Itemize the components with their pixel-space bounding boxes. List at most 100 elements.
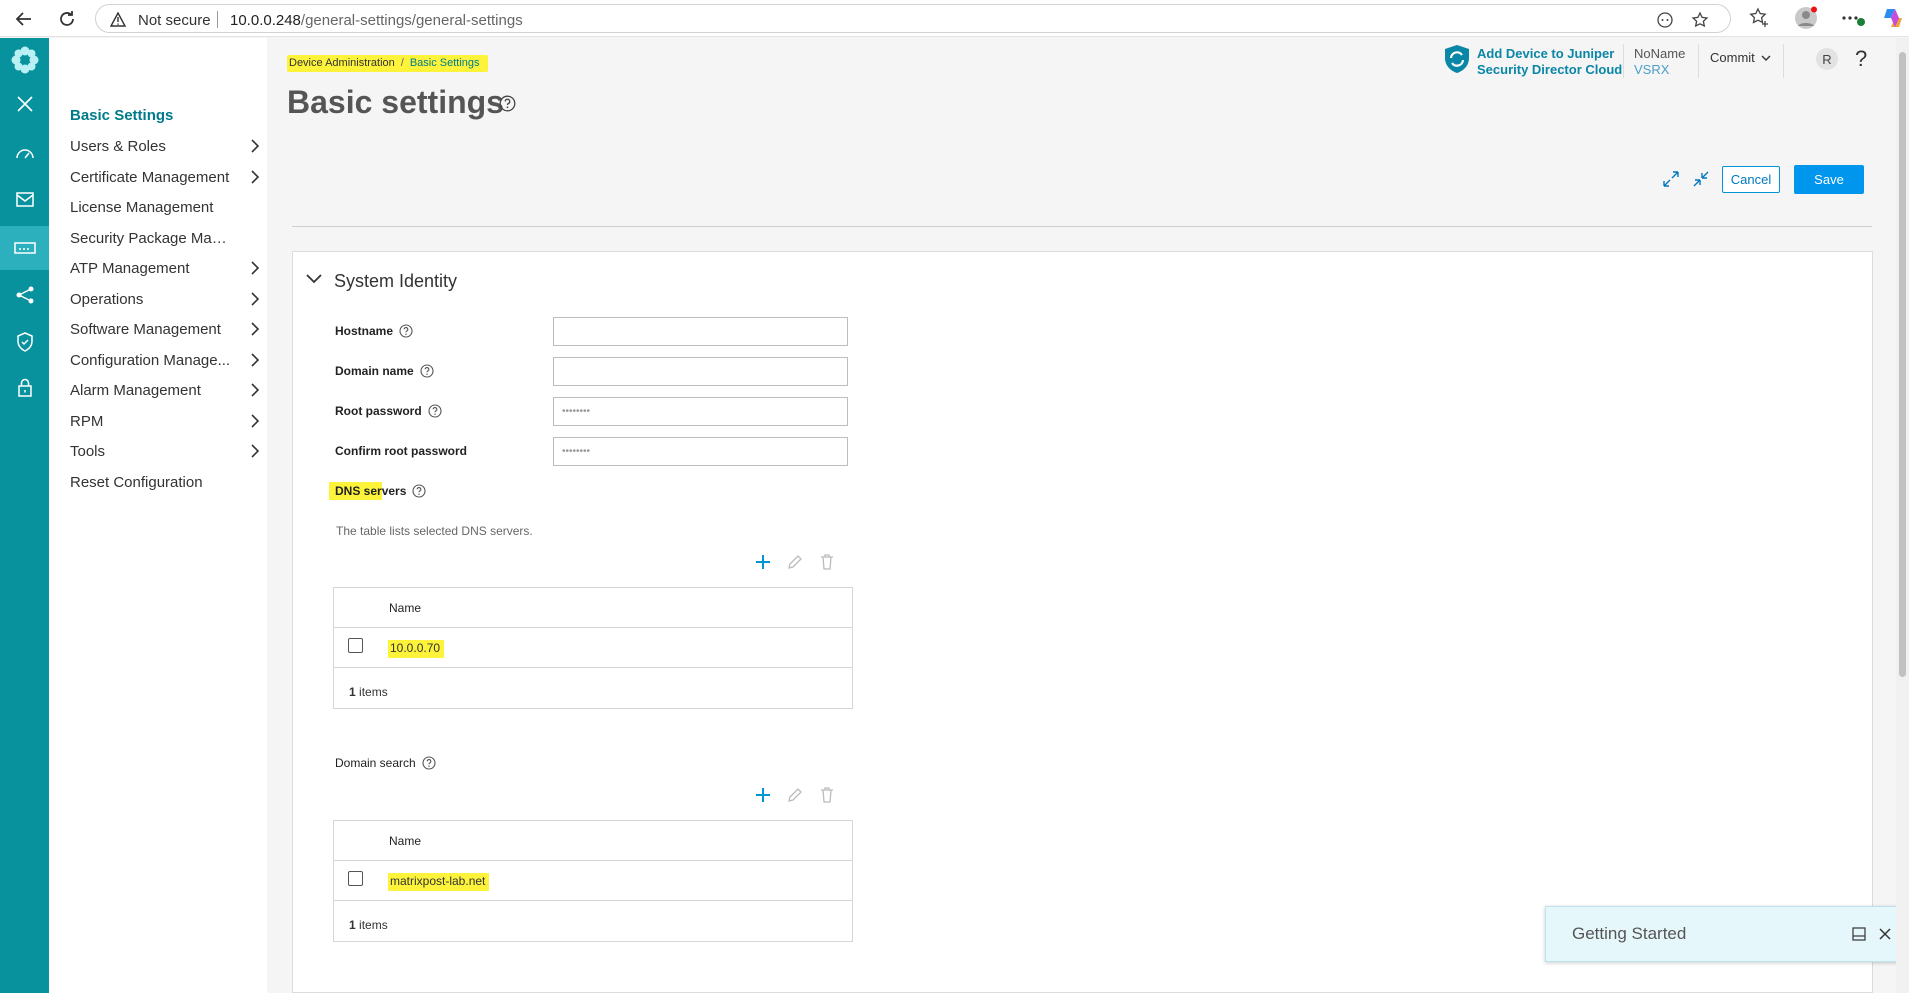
help-circle-icon[interactable]: [412, 484, 426, 498]
save-button[interactable]: Save: [1794, 165, 1864, 194]
domain-search-table-actions: [754, 786, 836, 804]
hostname-label: Hostname: [335, 324, 413, 338]
app-rail: [0, 38, 49, 993]
header-divider: [1783, 44, 1784, 78]
dns-servers-label-text: DNS servers: [329, 482, 406, 500]
back-icon[interactable]: [12, 7, 36, 31]
system-identity-panel: System Identity Hostname Domain name Roo…: [292, 251, 1873, 993]
chevron-down-icon[interactable]: [306, 274, 322, 284]
confirm-password-input[interactable]: ••••••••: [553, 437, 848, 466]
close-icon[interactable]: [1878, 927, 1892, 941]
breadcrumb: Device Administration / Basic Settings: [287, 55, 488, 72]
section-title[interactable]: System Identity: [334, 271, 457, 292]
address-separator: [217, 11, 218, 28]
dns-label-highlighted: DNS ser: [329, 482, 382, 500]
nav-item-basic-settings[interactable]: Basic Settings: [70, 102, 260, 128]
domain-search-value: matrixpost-lab.net: [388, 873, 490, 891]
more-menu-icon[interactable]: [1840, 6, 1866, 30]
row-checkbox[interactable]: [348, 871, 363, 886]
commit-dropdown[interactable]: Commit: [1710, 50, 1771, 65]
address-bar[interactable]: Not secure 10.0.0.248/general-settings/g…: [95, 4, 1731, 33]
domain-name-input[interactable]: [553, 357, 848, 386]
device-info: NoName VSRX: [1634, 46, 1685, 78]
rail-network[interactable]: [0, 273, 49, 317]
root-password-input[interactable]: ••••••••: [553, 397, 848, 426]
rail-close[interactable]: [0, 82, 49, 126]
scrollbar-thumb[interactable]: [1899, 52, 1906, 677]
minimize-icon[interactable]: [1852, 927, 1866, 941]
delete-icon[interactable]: [818, 553, 836, 571]
avatar[interactable]: R: [1816, 48, 1838, 70]
table-row[interactable]: matrixpost-lab.net: [334, 862, 852, 901]
nav-item-atp-management[interactable]: ATP Management: [70, 255, 260, 281]
nav-item-alarm-management[interactable]: Alarm Management: [70, 377, 260, 403]
dns-table-actions: [754, 553, 836, 571]
domain-name-label: Domain name: [335, 364, 434, 378]
help-circle-icon[interactable]: [422, 756, 436, 770]
getting-started-panel[interactable]: Getting Started: [1545, 906, 1909, 962]
table-header: Name: [334, 821, 852, 861]
nav-item-label: Configuration Manage...: [70, 351, 231, 369]
add-device-line2: Security Director Cloud: [1477, 62, 1623, 77]
device-model: VSRX: [1634, 62, 1670, 77]
chevron-down-icon: [1761, 55, 1771, 62]
edit-icon[interactable]: [786, 786, 804, 804]
nav-item-configuration-management[interactable]: Configuration Manage...: [70, 347, 260, 373]
chevron-right-icon: [250, 139, 260, 153]
collapse-icon[interactable]: [1692, 170, 1710, 188]
nav-item-users-roles[interactable]: Users & Roles: [70, 133, 260, 159]
rail-device-admin[interactable]: [0, 226, 49, 270]
profile-icon[interactable]: [1794, 6, 1818, 30]
juniper-shield-icon[interactable]: [1443, 44, 1471, 74]
dns-description: The table lists selected DNS servers.: [336, 524, 533, 538]
lock-icon: [17, 378, 33, 398]
rail-lock[interactable]: [0, 366, 49, 410]
help-circle-icon[interactable]: [420, 364, 434, 378]
nav-item-tools[interactable]: Tools: [70, 438, 260, 464]
add-icon[interactable]: [754, 553, 772, 571]
add-icon[interactable]: [754, 786, 772, 804]
nav-item-software-management[interactable]: Software Management: [70, 316, 260, 342]
nav-item-certificate-management[interactable]: Certificate Management: [70, 164, 260, 190]
expand-icon[interactable]: [1662, 170, 1680, 188]
copilot-icon[interactable]: [1881, 6, 1905, 30]
nav-item-reset-configuration[interactable]: Reset Configuration: [70, 469, 260, 495]
help-circle-icon[interactable]: [428, 404, 442, 418]
row-checkbox[interactable]: [348, 638, 363, 653]
rail-dashboard[interactable]: [0, 131, 49, 175]
table-footer: 1 items: [349, 685, 388, 699]
nav-item-license-management[interactable]: License Management: [70, 194, 260, 220]
breadcrumb-separator: /: [400, 57, 404, 69]
nav-item-security-package[interactable]: Security Package Man...: [70, 225, 260, 251]
favorites-icon[interactable]: [1748, 6, 1770, 28]
column-header-name[interactable]: Name: [389, 834, 421, 848]
add-device-link[interactable]: Add Device to Juniper Security Director …: [1477, 46, 1622, 78]
favorite-star-icon[interactable]: [1691, 11, 1709, 29]
page-scrollbar[interactable]: [1896, 38, 1909, 993]
nav-item-operations[interactable]: Operations: [70, 286, 260, 312]
column-header-name[interactable]: Name: [389, 601, 421, 615]
reload-icon[interactable]: [55, 7, 79, 31]
table-row[interactable]: 10.0.0.70: [334, 629, 852, 668]
hostname-input[interactable]: [553, 317, 848, 346]
breadcrumb-current: Basic Settings: [409, 57, 480, 69]
domain-search-label-text: Domain search: [335, 756, 416, 770]
nav-item-rpm[interactable]: RPM: [70, 408, 260, 434]
reading-mode-icon[interactable]: [1656, 11, 1674, 29]
rail-security[interactable]: [0, 320, 49, 364]
delete-icon[interactable]: [818, 786, 836, 804]
security-status: Not secure: [138, 12, 211, 29]
cancel-button[interactable]: Cancel: [1722, 166, 1780, 193]
help-circle-icon[interactable]: [399, 324, 413, 338]
edit-icon[interactable]: [786, 553, 804, 571]
help-circle-icon[interactable]: [499, 95, 516, 112]
rail-logo[interactable]: [0, 38, 49, 82]
domain-search-label: Domain search: [335, 756, 436, 770]
sub-navigation: Basic Settings Users & Roles Certificate…: [49, 38, 267, 993]
header-divider: [1623, 44, 1624, 78]
rail-monitor[interactable]: [0, 178, 49, 222]
help-icon[interactable]: ?: [1855, 46, 1867, 72]
item-count-suffix: items: [355, 685, 388, 699]
device-icon: [13, 241, 36, 255]
breadcrumb-parent[interactable]: Device Administration: [289, 57, 395, 69]
